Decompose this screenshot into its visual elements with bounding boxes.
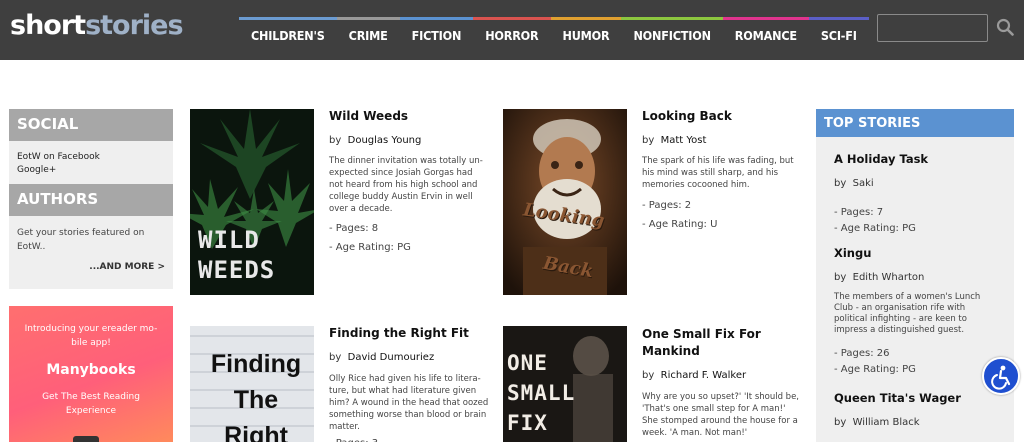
author-link[interactable]: Saki xyxy=(853,178,874,189)
cover-text-one: ONE xyxy=(507,351,548,375)
logo-stories: stories xyxy=(85,10,183,41)
cover-text-fix: FIX xyxy=(507,411,548,435)
nav-item-crime[interactable]: CRIME xyxy=(336,17,400,59)
story-cover-one-small-fix[interactable]: ONE SMALL FIX xyxy=(503,326,627,442)
story-summary: Why are you so upset?' 'It should be, 'T… xyxy=(642,392,800,438)
by-label: by xyxy=(834,417,847,428)
nav-item-childrens[interactable]: CHILDREN'S xyxy=(239,17,337,59)
cover-text-small: SMALL xyxy=(507,381,576,405)
story-meta: - Pages: 8 - Age Rating: PG xyxy=(329,219,411,257)
accessibility-icon[interactable] xyxy=(982,357,1020,395)
top-story-pages: - Pages: 26 xyxy=(834,348,890,359)
cover-text-weeds: WEEDS xyxy=(198,256,276,284)
authors-text: Get your stories featured on EotW.. xyxy=(17,228,145,252)
by-label: by xyxy=(329,135,342,146)
story-cover-finding-the-right-fit[interactable]: Finding The Right xyxy=(190,326,314,442)
story-summary: The dinner invitation was totally un-exp… xyxy=(329,156,483,214)
promo-intro: Introducing your ereader mo-bile app! xyxy=(24,324,158,348)
promo-brand: Manybooks xyxy=(46,362,136,378)
search-input[interactable] xyxy=(877,14,988,42)
story-age-rating: - Age Rating: PG xyxy=(329,242,411,253)
by-label: by xyxy=(642,370,655,381)
cover-text-the: The xyxy=(233,386,279,414)
story-summary: The spark of his life was fading, but hi… xyxy=(642,156,794,190)
story-title[interactable]: Looking Back xyxy=(642,109,732,123)
sidebar-link-facebook[interactable]: EotW on Facebook xyxy=(9,151,173,164)
by-label: by xyxy=(642,135,655,146)
story-title[interactable]: Wild Weeds xyxy=(329,109,408,123)
logo-short: short xyxy=(10,10,86,41)
phone-icon xyxy=(73,436,99,442)
story-byline: by Matt Yost xyxy=(642,135,706,146)
top-story-summary: The members of a women's Lunch Club - an… xyxy=(834,292,981,335)
more-link[interactable]: ...AND MORE > xyxy=(9,262,173,272)
genre-nav: CHILDREN'S CRIME FICTION HORROR HUMOR NO… xyxy=(239,17,869,59)
search-icon[interactable] xyxy=(996,18,1014,36)
top-stories-heading: TOP STORIES xyxy=(816,109,1014,137)
authors-heading: AUTHORS xyxy=(9,184,173,216)
story-meta: - Pages: 2 - Age Rating: U xyxy=(642,196,717,234)
story-byline: by David Dumouriez xyxy=(329,352,434,363)
story-cover-wild-weeds[interactable]: WILD WEEDS xyxy=(190,109,314,295)
site-logo[interactable]: shortstories xyxy=(10,10,184,41)
top-story-byline: by Saki xyxy=(834,178,996,189)
site-header: shortstories CHILDREN'S CRIME FICTION HO… xyxy=(0,0,1024,60)
top-story-meta: - Pages: 26 - Age Rating: PG xyxy=(834,346,996,378)
story-byline: by Richard F. Walker xyxy=(642,370,746,381)
author-link[interactable]: William Black xyxy=(853,417,920,428)
nav-item-sci-fi[interactable]: SCI-FI xyxy=(808,17,869,59)
author-link[interactable]: Edith Wharton xyxy=(853,272,925,283)
story-pages: - Pages: 2 xyxy=(642,200,692,211)
author-link[interactable]: Matt Yost xyxy=(661,135,707,146)
top-story-item: Xingu by Edith Wharton The members of a … xyxy=(816,237,1014,378)
nav-item-nonfiction[interactable]: NONFICTION xyxy=(621,17,723,59)
story-summary: Olly Rice had given his life to litera-t… xyxy=(329,374,489,432)
top-story-age-rating: - Age Rating: PG xyxy=(834,223,916,234)
top-story-title[interactable]: A Holiday Task xyxy=(834,152,996,166)
sidebar-panel: SOCIAL EotW on Facebook Google+ AUTHORS … xyxy=(9,109,173,289)
top-story-pages: - Pages: 7 xyxy=(834,207,884,218)
story-byline: by Douglas Young xyxy=(329,135,421,146)
author-link[interactable]: Richard F. Walker xyxy=(661,370,747,381)
by-label: by xyxy=(834,178,847,189)
story-title[interactable]: One Small Fix For Mankind xyxy=(642,326,782,360)
top-story-meta: - Pages: 7 - Age Rating: PG xyxy=(834,205,996,237)
nav-item-horror[interactable]: HORROR xyxy=(473,17,551,59)
story-cover-looking-back[interactable]: Looking Back xyxy=(503,109,627,295)
top-story-age-rating: - Age Rating: PG xyxy=(834,364,916,375)
top-story-title[interactable]: Queen Tita's Wager xyxy=(834,391,996,405)
app-promo-banner[interactable]: Introducing your ereader mo-bile app! Ma… xyxy=(9,306,173,442)
sidebar-link-google-plus[interactable]: Google+ xyxy=(9,164,173,177)
by-label: by xyxy=(329,352,342,363)
top-story-byline: by Edith Wharton xyxy=(834,272,996,283)
cover-text-finding: Finding xyxy=(210,350,302,378)
story-meta: - Pages: 3 xyxy=(329,434,378,442)
top-story-item: A Holiday Task by Saki - Pages: 7 - Age … xyxy=(816,137,1014,237)
story-pages: - Pages: 3 xyxy=(329,434,378,442)
top-story-title[interactable]: Xingu xyxy=(834,246,996,260)
wheelchair-icon xyxy=(991,365,1011,390)
nav-item-romance[interactable]: ROMANCE xyxy=(722,17,809,59)
author-link[interactable]: David Dumouriez xyxy=(348,352,435,363)
story-title[interactable]: Finding the Right Fit xyxy=(329,326,469,340)
nav-item-humor[interactable]: HUMOR xyxy=(550,17,622,59)
nav-item-fiction[interactable]: FICTION xyxy=(399,17,474,59)
cover-text-wild: WILD xyxy=(198,226,260,254)
top-story-byline: by William Black xyxy=(834,417,996,428)
by-label: by xyxy=(834,272,847,283)
cover-text-right: Right xyxy=(224,422,288,442)
promo-tagline: Get The Best Reading Experience xyxy=(42,392,140,416)
story-pages: - Pages: 8 xyxy=(329,223,379,234)
social-heading: SOCIAL xyxy=(9,109,173,141)
author-link[interactable]: Douglas Young xyxy=(348,135,422,146)
story-age-rating: - Age Rating: U xyxy=(642,219,718,230)
